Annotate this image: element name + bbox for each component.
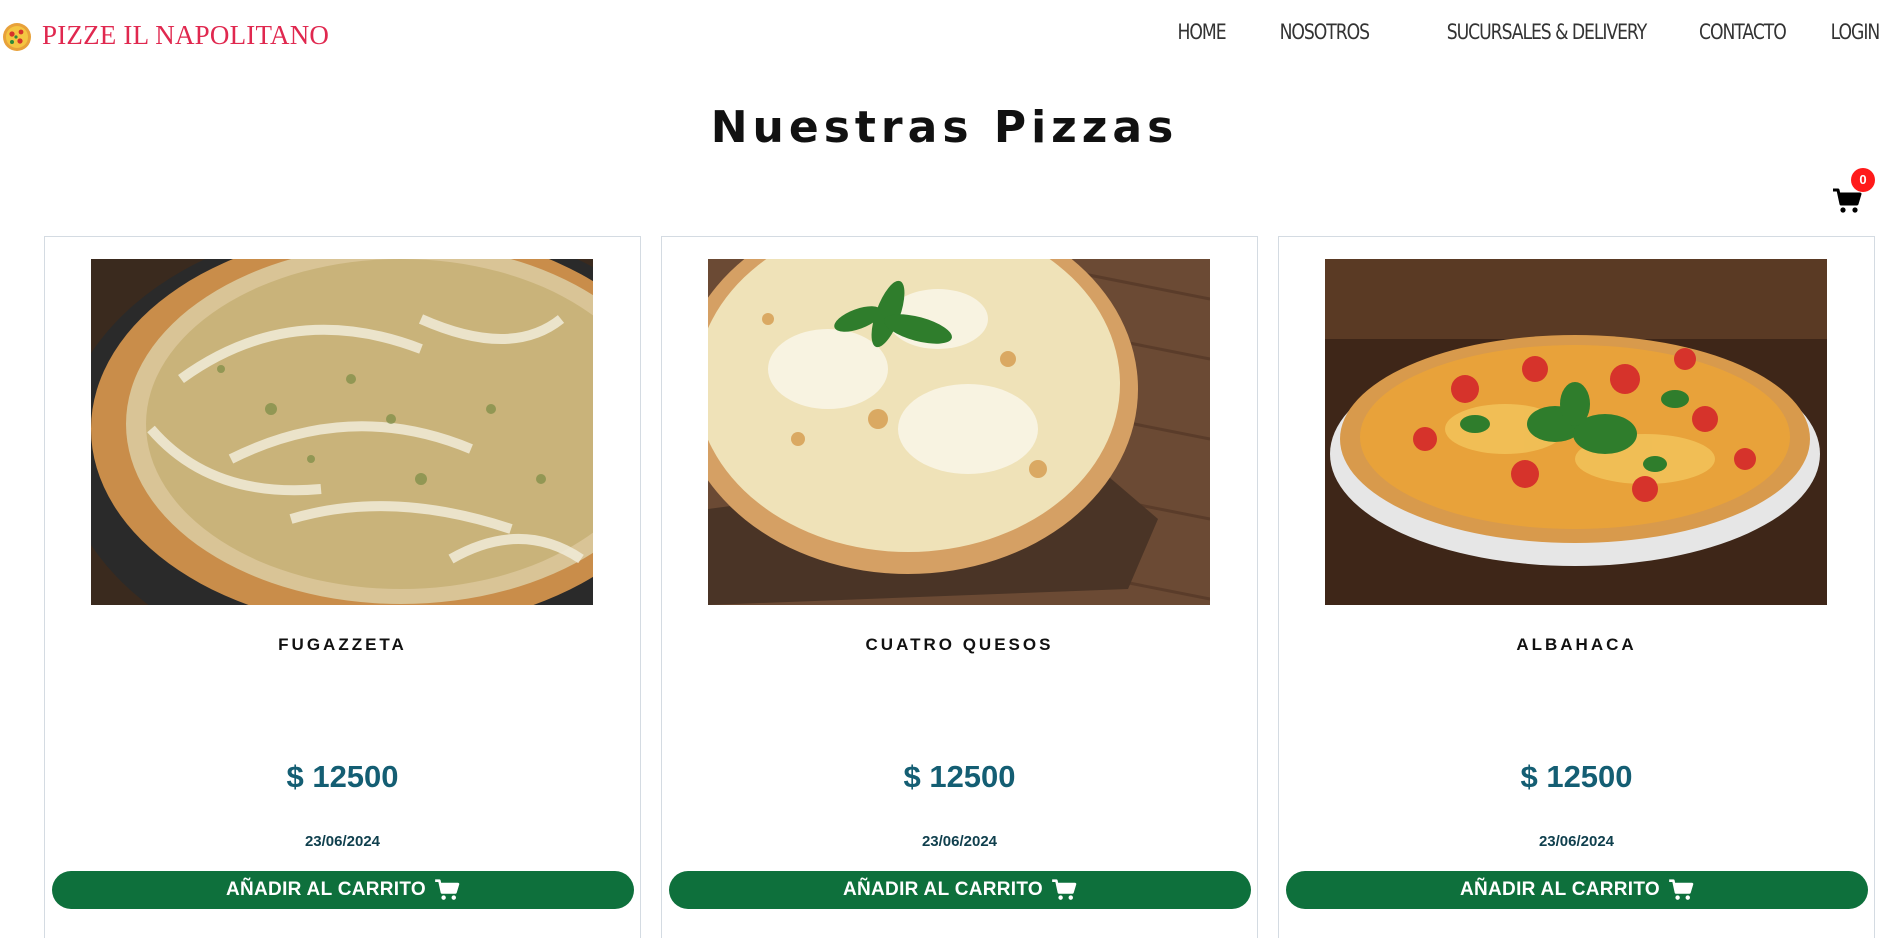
- product-image-fugazzeta: [91, 259, 593, 605]
- nav-login[interactable]: LOGIN: [1830, 20, 1880, 44]
- product-card: CUATRO QUESOS $ 12500 23/06/2024 AÑADIR …: [661, 236, 1258, 938]
- product-name: ALBAHACA: [1516, 635, 1637, 654]
- add-to-cart-button[interactable]: AÑADIR AL CARRITO: [669, 871, 1251, 909]
- shopping-cart-icon: [435, 879, 460, 900]
- site-header: PIZZE IL NAPOLITANO HOME NOSOTROS SUCURS…: [0, 0, 1889, 72]
- nav-sucursales-delivery[interactable]: SUCURSALES & DELIVERY: [1447, 20, 1647, 44]
- page-title: Nuestras Pizzas: [710, 102, 1179, 153]
- product-date: 23/06/2024: [304, 833, 381, 850]
- main-nav: HOME NOSOTROS SUCURSALES & DELIVERY CONT…: [1133, 20, 1880, 44]
- cart-count-badge: 0: [1851, 168, 1875, 192]
- add-to-cart-button[interactable]: AÑADIR AL CARRITO: [52, 871, 634, 909]
- product-image-cuatro-quesos: [708, 259, 1210, 605]
- nav-nosotros[interactable]: NOSOTROS: [1280, 20, 1370, 44]
- product-image-albahaca: [1325, 259, 1827, 605]
- nav-home[interactable]: HOME: [1178, 20, 1227, 44]
- product-date: 23/06/2024: [1538, 833, 1615, 850]
- product-name: CUATRO QUESOS: [865, 635, 1054, 654]
- product-date: 23/06/2024: [921, 833, 998, 850]
- shopping-cart-icon: [1833, 188, 1862, 213]
- nav-contacto[interactable]: CONTACTO: [1699, 20, 1787, 44]
- add-to-cart-label: AÑADIR AL CARRITO: [1459, 879, 1661, 900]
- product-price: $ 12500: [1520, 759, 1633, 794]
- product-name: FUGAZZETA: [278, 635, 407, 654]
- product-grid: FUGAZZETA $ 12500 23/06/2024 AÑADIR AL C…: [44, 236, 1875, 938]
- shopping-cart-icon: [1669, 879, 1694, 900]
- brand-name: PIZZE IL NAPOLITANO: [42, 19, 330, 50]
- product-card: FUGAZZETA $ 12500 23/06/2024 AÑADIR AL C…: [44, 236, 641, 938]
- add-to-cart-label: AÑADIR AL CARRITO: [225, 879, 427, 900]
- product-price: $ 12500: [903, 759, 1016, 794]
- brand-logo[interactable]: PIZZE IL NAPOLITANO: [0, 18, 329, 52]
- product-price: $ 12500: [286, 759, 399, 794]
- add-to-cart-button[interactable]: AÑADIR AL CARRITO: [1286, 871, 1868, 909]
- pizza-logo-icon: [3, 23, 31, 51]
- product-card: ALBAHACA $ 12500 23/06/2024 AÑADIR AL CA…: [1278, 236, 1875, 938]
- shopping-cart-icon: [1052, 879, 1077, 900]
- cart-button[interactable]: 0: [1828, 168, 1888, 218]
- add-to-cart-label: AÑADIR AL CARRITO: [842, 879, 1044, 900]
